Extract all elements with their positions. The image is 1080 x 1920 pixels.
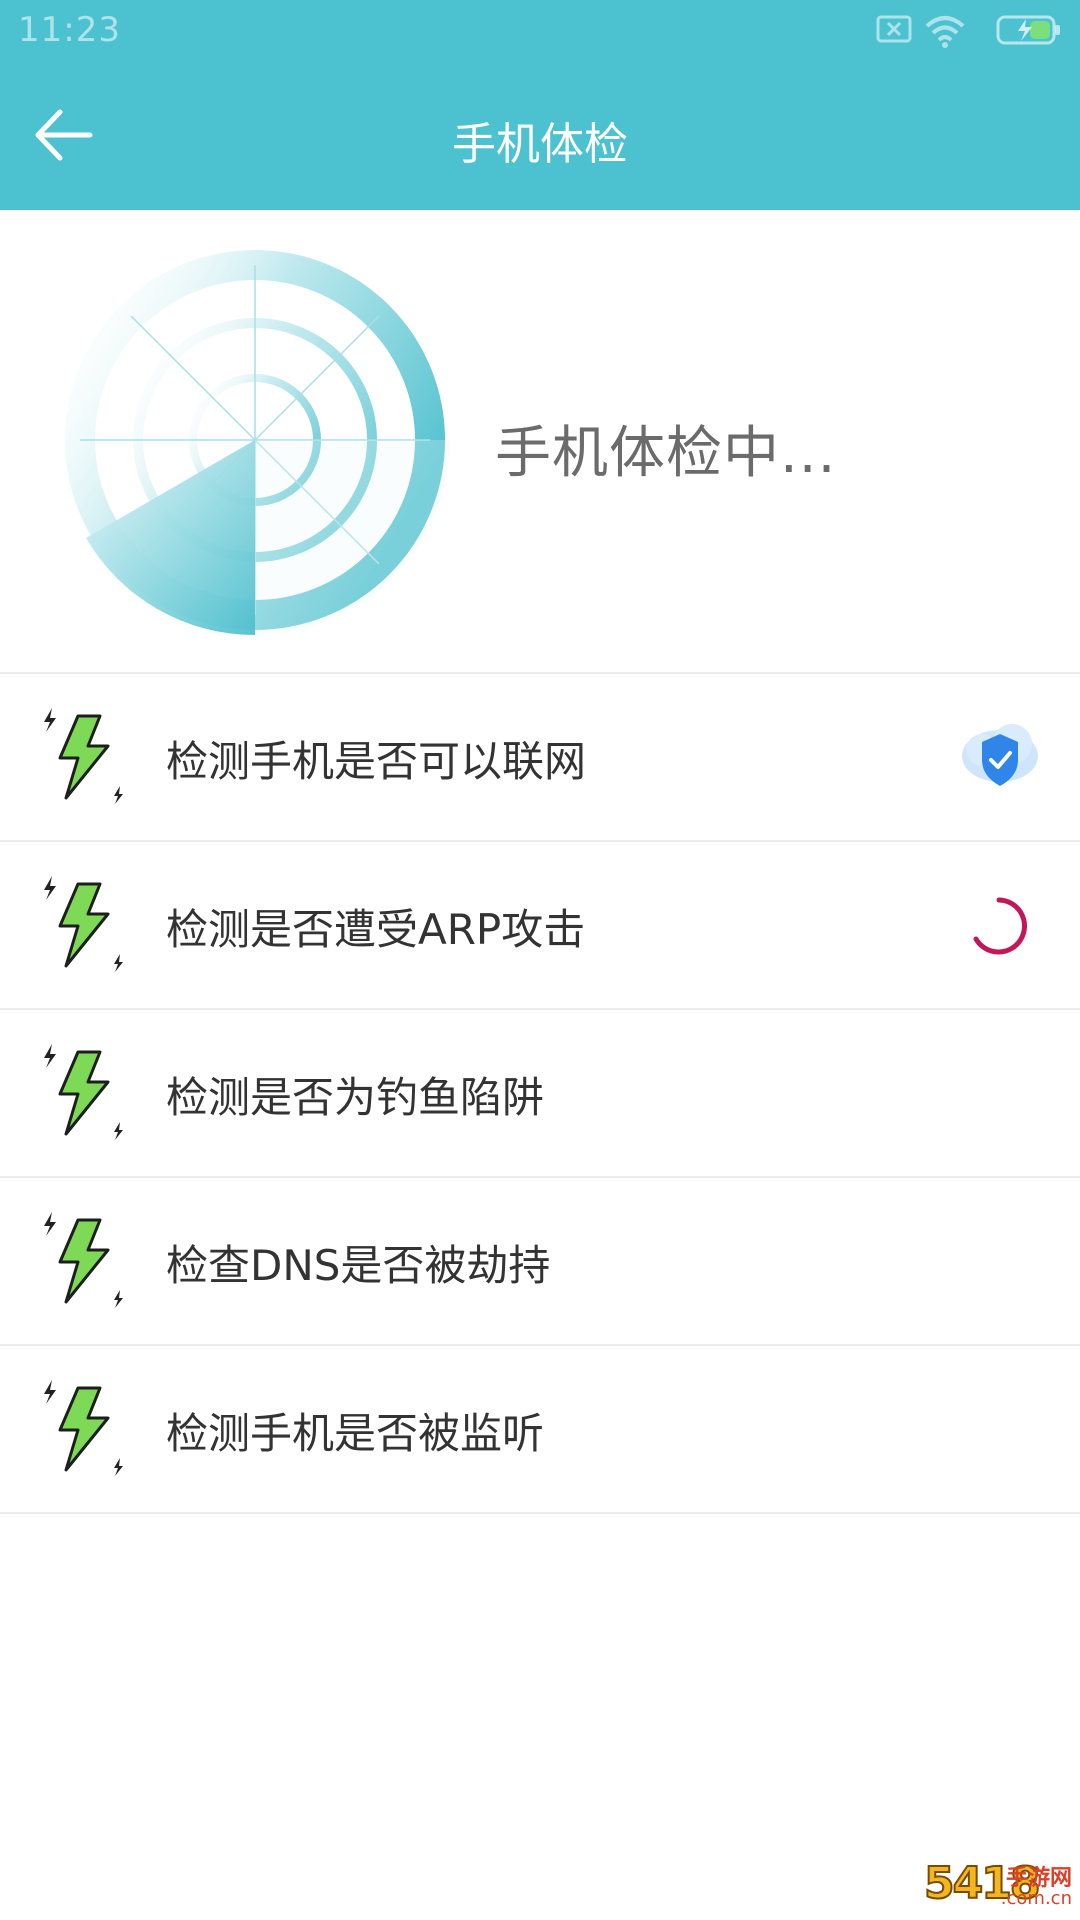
check-label: 检测手机是否可以联网	[166, 737, 587, 786]
check-item-eavesdrop: 检测手机是否被监听	[0, 1346, 1080, 1514]
battery-charging-icon	[996, 15, 1060, 45]
lightning-bolt-icon	[44, 1380, 123, 1476]
check-label: 检测是否为钓鱼陷阱	[166, 1073, 545, 1122]
shield-check-icon	[962, 724, 1038, 786]
page-title: 手机体检	[452, 119, 628, 170]
check-item-phishing: 检测是否为钓鱼陷阱	[0, 1010, 1080, 1178]
loading-spinner-icon	[973, 897, 1027, 955]
check-label: 检测手机是否被监听	[166, 1409, 545, 1458]
wifi-icon	[925, 16, 965, 48]
check-list: 检测手机是否可以联网 检测是否遭受ARP攻击 检测是否为钓鱼陷阱 检查DNS是否…	[0, 672, 1080, 1514]
sim-off-icon	[876, 15, 912, 43]
site-watermark-logo: 5418 手游网 .com.cn	[923, 1857, 1074, 1916]
lightning-bolt-icon	[44, 1044, 123, 1140]
lightning-bolt-icon	[44, 876, 123, 972]
app-bar: 11:23 手机体检	[0, 0, 1080, 210]
check-item-dns: 检查DNS是否被劫持	[0, 1178, 1080, 1346]
check-label: 检查DNS是否被劫持	[166, 1241, 551, 1290]
lightning-bolt-icon	[44, 1212, 123, 1308]
radar-icon	[65, 250, 450, 636]
radar-scan-graphic	[60, 245, 450, 636]
lightning-bolt-icon	[44, 708, 123, 804]
watermark-domain: .com.cn	[1000, 1888, 1072, 1909]
scan-status-text: 手机体检中...	[495, 421, 837, 486]
status-time: 11:23	[18, 10, 121, 50]
check-label: 检测是否遭受ARP攻击	[166, 905, 586, 954]
check-item-arp: 检测是否遭受ARP攻击	[0, 842, 1080, 1010]
check-item-network: 检测手机是否可以联网	[0, 674, 1080, 842]
